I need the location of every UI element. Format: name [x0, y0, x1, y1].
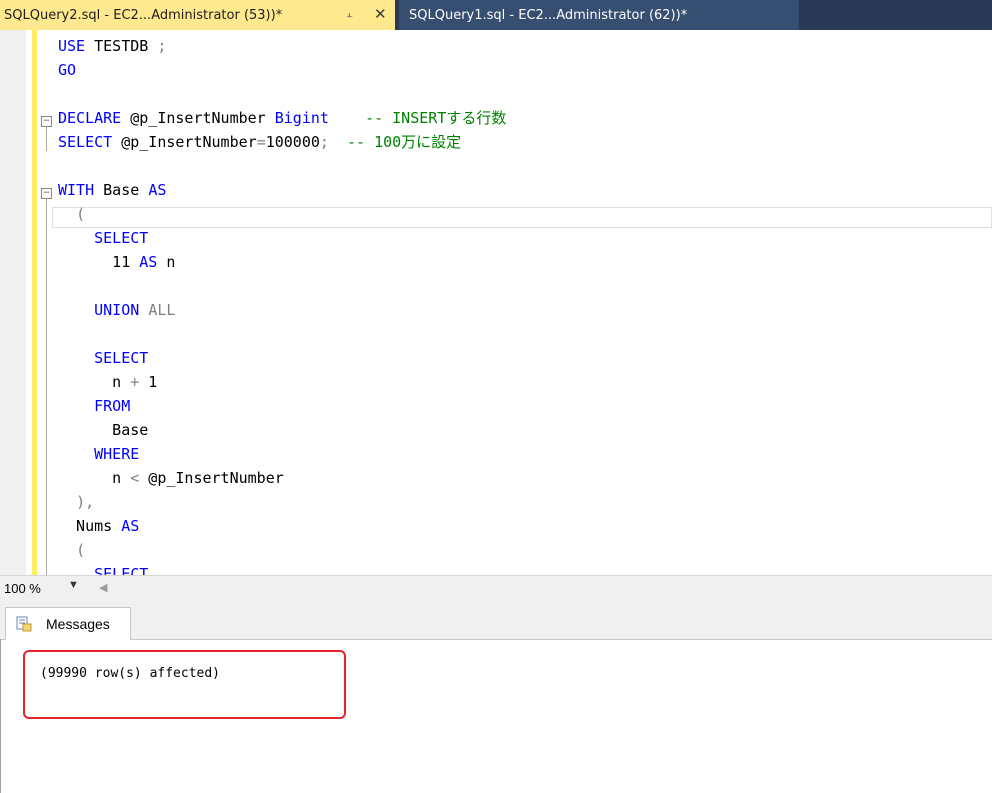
results-tabbar: Messages — [0, 602, 992, 640]
code-token: Base — [58, 421, 149, 439]
scroll-left-icon[interactable]: ◀ — [99, 581, 107, 594]
document-tabstrip: SQLQuery2.sql - EC2...Administrator (53)… — [0, 0, 992, 30]
code-token: FROM — [94, 397, 131, 415]
code-line[interactable]: DECLARE @p_InsertNumber Bigint -- INSERT… — [58, 106, 506, 130]
code-token: SELECT — [94, 349, 149, 367]
code-token: AS — [148, 181, 167, 199]
code-token: + — [130, 373, 140, 391]
code-token: ; — [157, 37, 167, 55]
code-token: -- INSERTする行数 — [365, 109, 507, 127]
change-tracking-bar — [32, 30, 37, 575]
editor-statusbar: 100 % ▼ ◀ — [0, 575, 992, 603]
tab-messages[interactable]: Messages — [5, 607, 131, 640]
code-token: TESTDB — [85, 37, 158, 55]
code-token: @p_InsertNumber — [139, 469, 284, 487]
code-line[interactable]: n + 1 — [58, 370, 157, 394]
code-token: UNION — [94, 301, 140, 319]
tab-sqlquery1[interactable]: SQLQuery1.sql - EC2...Administrator (62)… — [399, 0, 799, 30]
collapse-icon[interactable]: − — [41, 188, 52, 199]
code-line[interactable]: n < @p_InsertNumber — [58, 466, 284, 490]
code-token: Nums — [58, 517, 122, 535]
code-token: Base — [94, 181, 149, 199]
code-token: USE — [58, 37, 86, 55]
code-token: SELECT — [58, 133, 113, 151]
code-line[interactable]: SELECT @p_InsertNumber=100000; -- 100万に設… — [58, 130, 461, 154]
query-editor[interactable]: − − USE TESTDB ; GO DECLARE @p_InsertNumbe… — [0, 30, 992, 575]
code-token: n — [58, 373, 131, 391]
code-line[interactable]: USE TESTDB ; — [58, 34, 166, 58]
tab-title: SQLQuery2.sql - EC2...Administrator (53)… — [4, 7, 283, 23]
results-pane: Messages (99990 row(s) affected) — [0, 602, 992, 793]
chevron-down-icon[interactable]: ▼ — [68, 579, 79, 591]
code-token: < — [130, 469, 140, 487]
code-line[interactable]: FROM — [58, 394, 130, 418]
code-token: WITH — [58, 181, 95, 199]
code-token: SELECT — [94, 565, 149, 575]
collapse-icon[interactable]: − — [41, 116, 52, 127]
tab-sqlquery2[interactable]: SQLQuery2.sql - EC2...Administrator (53)… — [0, 0, 395, 30]
code-line[interactable]: UNION ALL — [58, 298, 175, 322]
code-line[interactable]: ( — [58, 538, 85, 562]
fold-guide — [46, 199, 47, 575]
code-line[interactable]: SELECT — [58, 226, 148, 250]
code-line[interactable]: ( — [58, 202, 85, 226]
code-token: 11 — [58, 253, 140, 271]
code-token: ALL — [148, 301, 176, 319]
code-line[interactable]: GO — [58, 58, 76, 82]
code-line[interactable]: Nums AS — [58, 514, 139, 538]
code-token: AS — [121, 517, 140, 535]
code-token: ( — [76, 205, 86, 223]
code-line[interactable]: SELECT — [58, 562, 148, 575]
messages-icon — [16, 616, 32, 632]
code-token: ), — [76, 493, 95, 511]
code-line[interactable]: ), — [58, 490, 94, 514]
code-token: AS — [139, 253, 158, 271]
code-token: 100000 — [265, 133, 320, 151]
code-token: -- 100万に設定 — [347, 133, 462, 151]
zoom-level[interactable]: 100 % — [4, 581, 41, 596]
messages-tab-label: Messages — [46, 616, 110, 632]
code-line[interactable]: SELECT — [58, 346, 148, 370]
code-token: ( — [76, 541, 86, 559]
code-token: WHERE — [94, 445, 140, 463]
code-line[interactable]: Base — [58, 418, 148, 442]
code-line[interactable]: WHERE — [58, 442, 139, 466]
close-icon[interactable]: ✕ — [374, 5, 390, 23]
pane-edge — [0, 639, 1, 793]
code-token: GO — [58, 61, 77, 79]
code-line[interactable]: 11 AS n — [58, 250, 175, 274]
code-token: = — [256, 133, 266, 151]
code-token: Bigint — [274, 109, 329, 127]
code-token: n — [157, 253, 176, 271]
code-token: n — [58, 469, 131, 487]
code-line[interactable]: WITH Base AS — [58, 178, 166, 202]
code-token: @p_InsertNumber — [121, 109, 275, 127]
code-token: @p_InsertNumber — [112, 133, 257, 151]
tab-title: SQLQuery1.sql - EC2...Administrator (62)… — [409, 7, 688, 23]
code-token: ; — [319, 133, 329, 151]
code-token: DECLARE — [58, 109, 122, 127]
fold-guide — [46, 127, 47, 151]
code-token: SELECT — [94, 229, 149, 247]
current-line-highlight — [52, 207, 992, 228]
pin-icon[interactable]: ⫠ — [346, 7, 358, 21]
editor-gutter — [0, 30, 26, 575]
code-token: 1 — [139, 373, 158, 391]
annotation-highlight-box — [23, 650, 346, 719]
